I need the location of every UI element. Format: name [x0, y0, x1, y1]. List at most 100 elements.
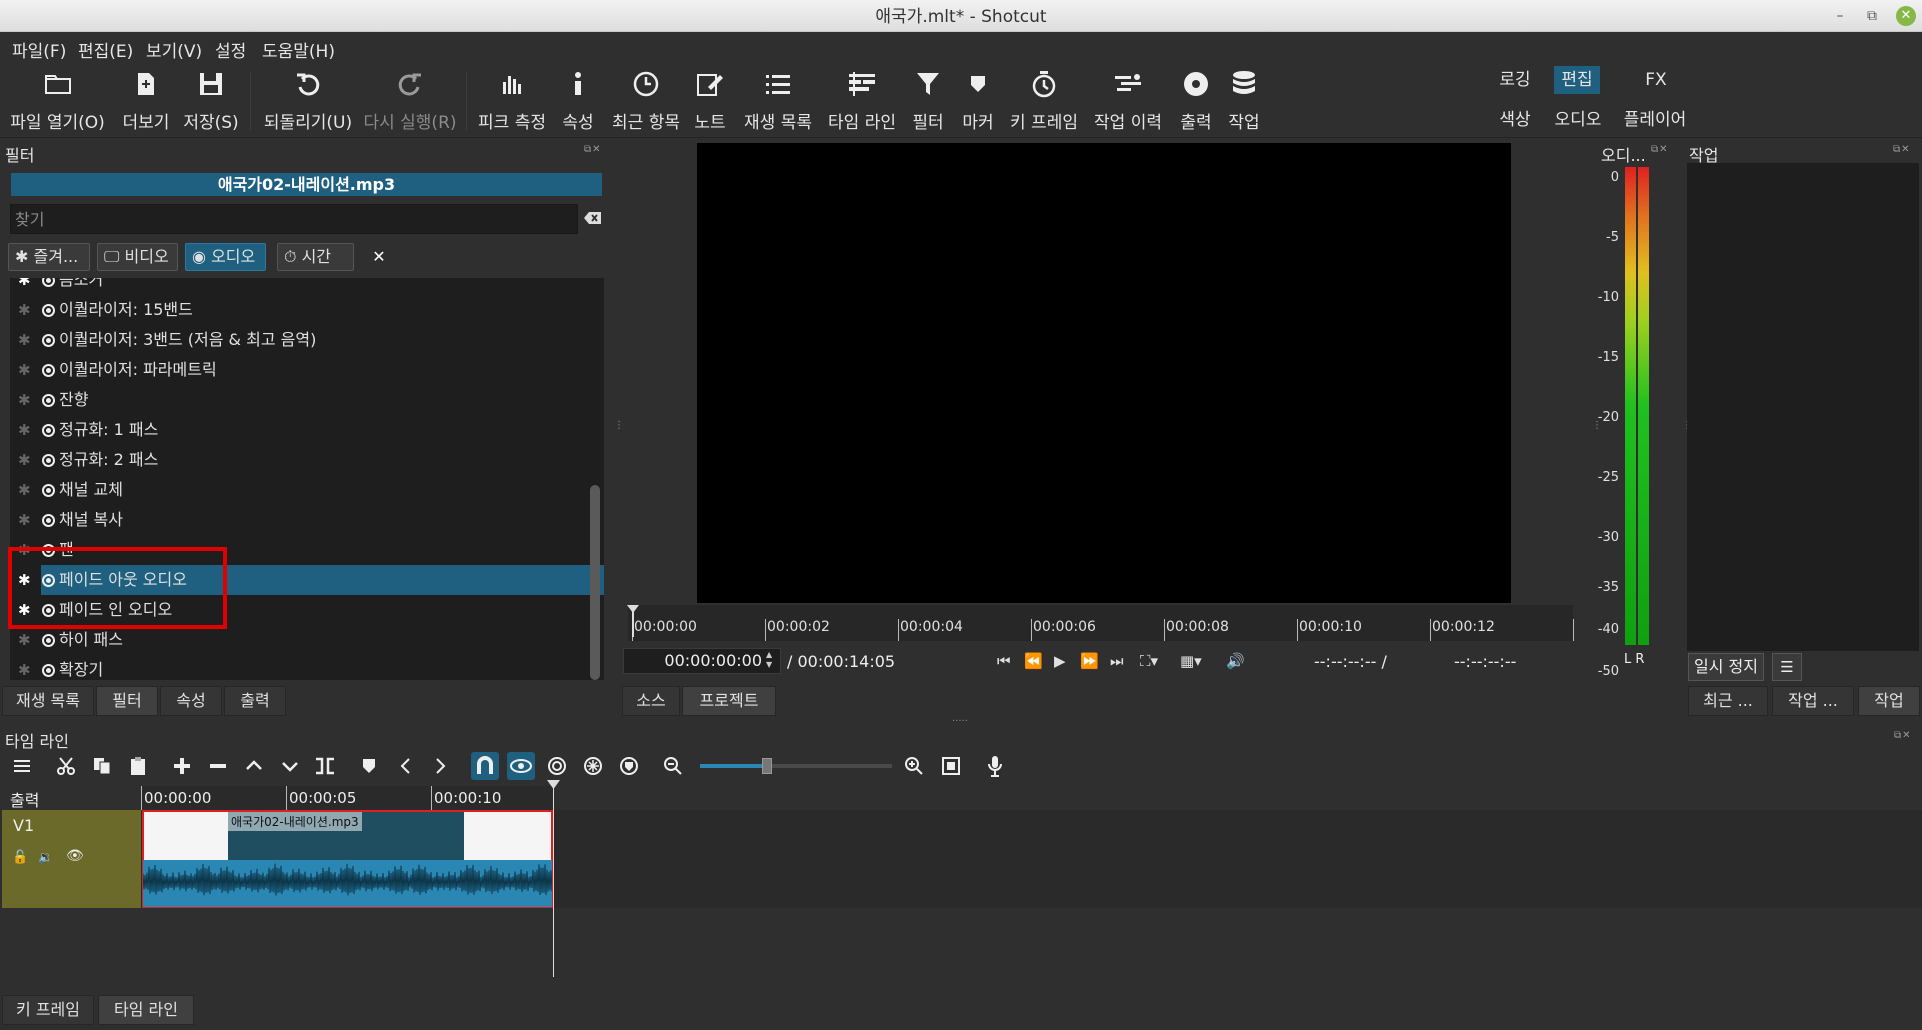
- favorite-star-icon[interactable]: ✱: [18, 475, 34, 505]
- scrub-icon[interactable]: [507, 752, 535, 780]
- skip-previous-icon[interactable]: ⏮: [997, 652, 1011, 670]
- filter-list-item[interactable]: ✱ 이퀄라이저: 3밴드 (저음 & 최고 음역): [10, 325, 604, 355]
- lift-icon[interactable]: [240, 752, 268, 780]
- playlist-button[interactable]: 재생 목록: [742, 66, 814, 136]
- favorite-star-icon[interactable]: ✱: [18, 295, 34, 325]
- zoom-fit-icon[interactable]: ⛶▾: [1140, 652, 1158, 670]
- tab-export[interactable]: 출력: [224, 686, 286, 716]
- timeline-ruler[interactable]: 00:00:00 00:00:05 00:00:10: [141, 786, 554, 810]
- filters-button[interactable]: 필터: [908, 66, 948, 136]
- redo-button[interactable]: 다시 실행(R): [363, 66, 457, 136]
- panel-float-close-icon[interactable]: ⧉✕: [1651, 144, 1669, 155]
- markers-button[interactable]: 마커: [958, 66, 998, 136]
- mute-icon[interactable]: 🔉: [38, 850, 53, 864]
- jobs-button[interactable]: 작업: [1224, 66, 1264, 136]
- tab-project[interactable]: 프로젝트: [682, 686, 776, 716]
- favorite-star-icon[interactable]: ✱: [18, 625, 34, 655]
- menu-settings[interactable]: 설정: [215, 37, 246, 62]
- close-button[interactable]: ✕: [1896, 6, 1916, 26]
- layout-player[interactable]: 플레이어: [1620, 106, 1690, 134]
- tab-source[interactable]: 소스: [622, 686, 680, 716]
- ripple-all-icon[interactable]: [579, 752, 607, 780]
- next-marker-icon[interactable]: [427, 752, 455, 780]
- undo-button[interactable]: 되돌리기(U): [260, 66, 356, 136]
- layout-audio[interactable]: 오디오: [1548, 106, 1608, 134]
- tab-jobs[interactable]: 작업: [1858, 686, 1920, 716]
- remove-icon[interactable]: [204, 752, 232, 780]
- tab-filters[interactable]: 필터: [96, 686, 158, 716]
- previous-marker-icon[interactable]: [391, 752, 419, 780]
- position-timecode[interactable]: 00:00:00:00: [623, 648, 781, 674]
- panel-float-close-icon[interactable]: ⧉✕: [1894, 730, 1912, 741]
- timecode-spinner-icon[interactable]: ▲ ▼: [766, 650, 772, 670]
- snap-icon[interactable]: [471, 752, 499, 780]
- filter-list-item[interactable]: ✱ 확장기: [10, 655, 604, 680]
- close-filter-icon[interactable]: ✕: [368, 246, 390, 268]
- layout-editing[interactable]: 편집: [1554, 66, 1600, 94]
- filter-list-item[interactable]: ✱ 음소거: [10, 278, 604, 295]
- append-icon[interactable]: [168, 752, 196, 780]
- jobs-menu-button[interactable]: ☰: [1772, 653, 1802, 681]
- timeline-button[interactable]: 타임 라인: [826, 66, 898, 136]
- filter-search-input[interactable]: [11, 205, 577, 233]
- panel-float-close-icon[interactable]: ⧉✕: [584, 144, 602, 155]
- filter-list-item[interactable]: ✱ 채널 복사: [10, 505, 604, 535]
- filter-list-scrollbar[interactable]: [590, 485, 600, 680]
- playhead-marker-icon[interactable]: [626, 605, 640, 637]
- zoom-slider-handle[interactable]: [762, 758, 773, 774]
- minimize-button[interactable]: –: [1830, 7, 1850, 25]
- filter-list-item[interactable]: ✱ 정규화: 2 패스: [10, 445, 604, 475]
- properties-button[interactable]: 속성: [556, 66, 600, 136]
- tab-properties[interactable]: 속성: [160, 686, 222, 716]
- menu-view[interactable]: 보기(V): [146, 37, 202, 62]
- tab-recent[interactable]: 최근 ...: [1688, 686, 1768, 716]
- favorite-star-icon[interactable]: ✱: [18, 325, 34, 355]
- filter-list-item[interactable]: ✱ 잔향: [10, 385, 604, 415]
- splitter-handle[interactable]: ⋮: [1592, 420, 1602, 431]
- layout-fx[interactable]: FX: [1636, 66, 1676, 94]
- filter-list-item[interactable]: ✱ 하이 패스: [10, 625, 604, 655]
- layout-logging[interactable]: 로깅: [1490, 66, 1540, 94]
- ripple-markers-icon[interactable]: [615, 752, 643, 780]
- panel-float-close-icon[interactable]: ⧉✕: [1893, 144, 1911, 155]
- timeline-playhead[interactable]: [553, 780, 554, 977]
- pause-jobs-button[interactable]: 일시 정지: [1688, 653, 1764, 681]
- favorite-star-icon[interactable]: ✱: [18, 355, 34, 385]
- skip-next-icon[interactable]: ⏭: [1110, 652, 1124, 670]
- filter-list-item[interactable]: ✱ 이퀄라이저: 15밴드: [10, 295, 604, 325]
- menu-edit[interactable]: 편집(E): [78, 37, 133, 62]
- tab-playlist[interactable]: 재생 목록: [2, 686, 94, 716]
- eye-icon[interactable]: 👁: [66, 848, 84, 864]
- favorite-star-icon[interactable]: ✱: [18, 445, 34, 475]
- tab-history[interactable]: 작업 ...: [1772, 686, 1854, 716]
- more-button[interactable]: 더보기: [117, 66, 175, 136]
- favorite-star-icon[interactable]: ✱: [18, 385, 34, 415]
- favorites-filter-button[interactable]: ✱ 즐겨...: [8, 243, 90, 271]
- ripple-icon[interactable]: [543, 752, 571, 780]
- open-file-button[interactable]: 파일 열기(O): [10, 66, 105, 136]
- filter-list-item[interactable]: ✱ 정규화: 1 패스: [10, 415, 604, 445]
- rewind-icon[interactable]: ⏪: [1024, 652, 1043, 670]
- playhead-marker-icon[interactable]: [547, 780, 560, 790]
- favorite-star-icon[interactable]: ✱: [18, 278, 34, 295]
- zoom-in-icon[interactable]: [900, 752, 928, 780]
- cut-icon[interactable]: [52, 752, 80, 780]
- overwrite-icon[interactable]: [276, 752, 304, 780]
- filter-list-item[interactable]: ✱ 채널 교체: [10, 475, 604, 505]
- export-button[interactable]: 출력: [1176, 66, 1216, 136]
- lock-icon[interactable]: 🔓: [12, 850, 28, 865]
- tab-keyframes[interactable]: 키 프레임: [2, 995, 94, 1025]
- tab-timeline[interactable]: 타임 라인: [98, 995, 194, 1025]
- zoom-fit-icon[interactable]: [937, 752, 965, 780]
- split-icon[interactable]: [311, 752, 339, 780]
- maximize-button[interactable]: ⧉: [1862, 7, 1882, 25]
- video-filter-button[interactable]: 🖵 비디오: [97, 243, 178, 271]
- player-ruler[interactable]: 00:00:00 00:00:02 00:00:04 00:00:06 00:00:08…: [628, 605, 1574, 641]
- save-button[interactable]: 저장(S): [183, 66, 239, 136]
- favorite-star-icon[interactable]: ✱: [18, 655, 34, 680]
- copy-icon[interactable]: [88, 752, 116, 780]
- zoom-slider[interactable]: [700, 758, 892, 774]
- history-button[interactable]: 작업 이력: [1090, 66, 1166, 136]
- track-header-v1[interactable]: V1 🔓 🔉 👁: [2, 810, 141, 908]
- volume-icon[interactable]: 🔊: [1226, 652, 1245, 670]
